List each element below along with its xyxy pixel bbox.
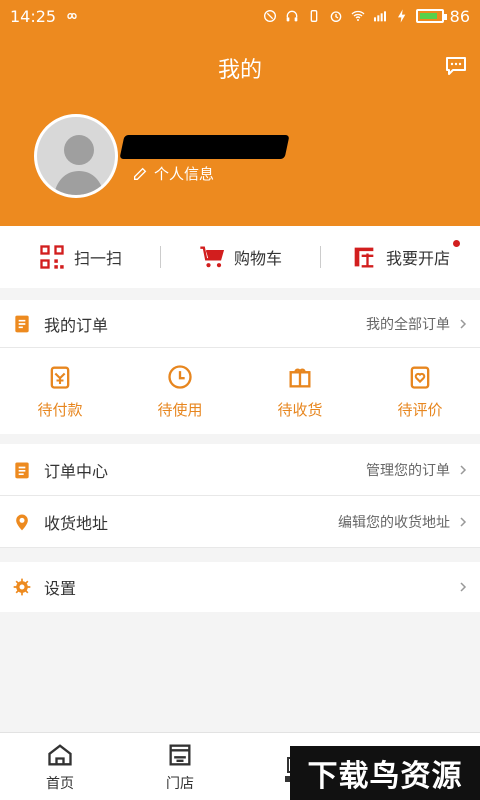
menu-section: 订单中心 管理您的订单 收货地址 编辑您的收货地址 — [0, 444, 480, 548]
my-orders-row[interactable]: 我的订单 我的全部订单 — [0, 300, 480, 348]
message-icon[interactable] — [444, 54, 468, 78]
gear-icon — [13, 578, 31, 596]
edit-icon — [134, 167, 147, 180]
all-orders-text: 我的全部订单 — [366, 316, 450, 333]
address-hint: 编辑您的收货地址 — [338, 514, 450, 531]
notification-badge — [453, 240, 460, 247]
order-center-hint: 管理您的订单 — [366, 462, 450, 479]
gift-icon — [289, 368, 311, 387]
avatar[interactable] — [34, 114, 118, 198]
all-orders-link[interactable]: 我的全部订单 — [366, 314, 468, 334]
bolt-icon — [397, 9, 405, 23]
scan-label: 扫一扫 — [73, 249, 122, 268]
order-center-label: 订单中心 — [44, 461, 109, 481]
open-shop-button[interactable]: 我要开店 — [320, 226, 480, 288]
qr-scan-icon — [40, 245, 64, 269]
signal-icon — [373, 11, 386, 22]
status-time: 14:25 — [10, 6, 57, 26]
order-pending-use[interactable]: 待使用 — [120, 348, 240, 434]
order-pending-receipt-label: 待收货 — [277, 400, 323, 419]
settings-right — [458, 582, 468, 592]
clipboard-icon — [15, 462, 29, 478]
address-row[interactable]: 收货地址 编辑您的收货地址 — [0, 496, 480, 548]
avatar-silhouette — [53, 135, 105, 195]
status-left: 14:25 — [10, 7, 80, 26]
cart-label: 购物车 — [233, 249, 282, 268]
order-pending-review[interactable]: 待评价 — [360, 348, 480, 434]
wallet-icon — [50, 366, 70, 389]
order-status-grid: 待付款 待使用 待收货 待评价 — [0, 348, 480, 434]
address-label: 收货地址 — [44, 513, 109, 533]
vibration-icon — [310, 10, 317, 22]
header: 14:25 86 我的 个人信息 — [0, 0, 480, 226]
order-pending-use-label: 待使用 — [157, 400, 203, 419]
alarm-icon — [330, 11, 341, 22]
cart-button[interactable]: 购物车 — [160, 226, 320, 288]
mute-icon — [263, 10, 276, 22]
scan-button[interactable]: 扫一扫 — [0, 226, 160, 288]
clock-icon — [168, 364, 192, 389]
home-icon — [48, 743, 72, 765]
chevron-right-icon — [460, 516, 467, 527]
redacted-username — [119, 135, 290, 159]
tab-store-label: 门店 — [166, 775, 194, 792]
order-center-row[interactable]: 订单中心 管理您的订单 — [0, 444, 480, 496]
order-pending-review-label: 待评价 — [397, 400, 443, 419]
battery-text: 86 — [449, 6, 470, 26]
review-icon — [410, 366, 430, 389]
chevron-right-icon — [460, 318, 467, 329]
battery-icon — [415, 9, 447, 23]
tab-store[interactable]: 门店 — [120, 733, 240, 800]
status-bar: 14:25 86 — [0, 0, 480, 32]
order-pending-payment-label: 待付款 — [37, 400, 83, 419]
watermark-text: 下载鸟资源 — [290, 746, 480, 800]
cart-icon — [200, 246, 225, 268]
location-pin-icon — [16, 514, 28, 530]
open-shop-label: 我要开店 — [385, 249, 450, 268]
page-title: 我的 — [217, 58, 262, 83]
my-orders-title: 我的订单 — [44, 315, 109, 335]
address-right: 编辑您的收货地址 — [338, 512, 468, 532]
headphones-icon — [286, 10, 297, 22]
profile-link[interactable]: 个人信息 — [132, 163, 214, 184]
infinity-icon — [67, 12, 77, 20]
shop-icon — [354, 247, 374, 268]
quick-actions: 扫一扫 购物车 我要开店 — [0, 226, 480, 288]
my-orders-section: 我的订单 我的全部订单 待付款 待使用 待收货 待评价 — [0, 300, 480, 434]
order-pending-receipt[interactable]: 待收货 — [240, 348, 360, 434]
document-icon — [15, 315, 29, 332]
settings-label: 设置 — [44, 579, 77, 598]
order-center-right: 管理您的订单 — [366, 460, 468, 480]
battery-tip — [443, 14, 447, 20]
order-pending-payment[interactable]: 待付款 — [0, 348, 120, 434]
status-right: 86 — [262, 7, 470, 26]
wifi-icon — [351, 10, 365, 21]
tab-home-label: 首页 — [46, 775, 74, 792]
chevron-right-icon — [460, 464, 467, 475]
battery-fill — [419, 13, 437, 19]
settings-section: 设置 — [0, 562, 480, 612]
profile-link-label: 个人信息 — [154, 165, 215, 183]
tab-home[interactable]: 首页 — [0, 733, 120, 800]
store-icon — [169, 744, 191, 765]
chevron-right-icon — [460, 582, 467, 592]
settings-row[interactable]: 设置 — [0, 562, 480, 612]
